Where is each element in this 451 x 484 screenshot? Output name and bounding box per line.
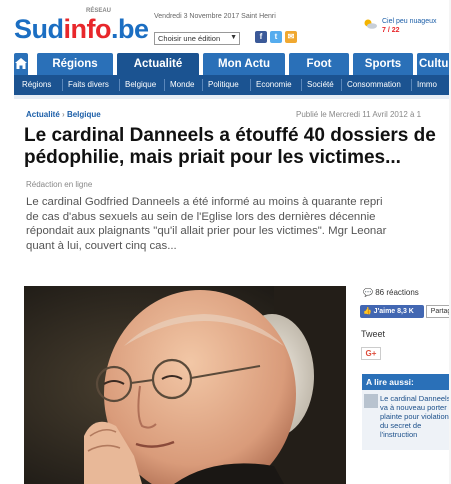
breadcrumb-section[interactable]: Actualité [26,110,60,119]
also-read-thumbnail[interactable] [364,394,378,408]
subnav-item-consommation[interactable]: Consommation [347,75,401,95]
subnav-item-faits-divers[interactable]: Faits divers [68,75,109,95]
main-nav: Régions Actualité Mon Actu Foot Sports C… [14,53,451,75]
logo-sud: Sud [14,14,64,44]
subnav-item-belgique[interactable]: Belgique [125,75,156,95]
lead-line: répondait aux plaignants "qu'il allait p… [26,225,387,237]
article-title-line: Le cardinal Danneels a étouffé 40 dossie… [24,125,436,146]
facebook-share-button[interactable]: Partag [426,305,451,318]
subnav-divider [411,79,412,91]
site-logo[interactable]: Sudinfo.be [14,14,149,45]
subnav-divider [341,79,342,91]
logo-info: info [63,14,112,44]
subnav-divider [250,79,251,91]
logo-be: .be [110,14,149,44]
cardinal-portrait-image [24,286,346,484]
partly-cloudy-icon [364,19,377,29]
tab-regions[interactable]: Régions [37,53,113,75]
article-title: Le cardinal Danneels a étouffé 40 dossie… [24,125,451,169]
tab-actualite[interactable]: Actualité [117,53,199,75]
article-title-line: pédophilie, mais priait pour les victime… [24,147,401,168]
comment-icon: 💬 [363,288,373,297]
tab-sports[interactable]: Sports [353,53,413,75]
subnav-item-monde[interactable]: Monde [170,75,194,95]
weather-widget[interactable]: Ciel peu nuageux 7 / 22 [382,17,437,35]
subnav-item-societe[interactable]: Société [307,75,334,95]
twitter-icon[interactable]: t [270,31,282,43]
article-lead: Le cardinal Godfried Danneels a été info… [26,195,451,253]
facebook-like-label: J'aime 8,3 K [373,308,414,315]
thumbs-up-icon: 👍 [363,308,372,315]
weather-high: 22 [391,27,400,34]
subnav-item-immo[interactable]: Immo [417,75,437,95]
facebook-like-button[interactable]: 👍 J'aime 8,3 K [360,305,424,318]
mail-icon[interactable]: ✉ [285,31,297,43]
home-icon [15,58,27,69]
sub-nav: Régions Faits divers Belgique Monde Poli… [14,75,451,95]
subnav-divider [164,79,165,91]
article-photo[interactable] [24,286,346,484]
tab-culture[interactable]: Culture [417,53,451,75]
also-read-heading: A lire aussi: [362,374,451,390]
facebook-icon[interactable]: f [255,31,267,43]
reactions-count: 86 réactions [375,288,419,297]
lead-line: Le cardinal Godfried Danneels a été info… [26,196,383,208]
subnav-divider [202,79,203,91]
weather-condition: Ciel peu nuageux [382,18,437,25]
subnav-divider [119,79,120,91]
tweet-button[interactable]: Tweet [361,329,385,339]
lead-line: quant à lui, couvert cinq cas... [26,239,177,252]
article-author: Rédaction en ligne [26,180,93,189]
breadcrumb-separator: › [62,110,65,119]
tab-foot[interactable]: Foot [289,53,349,75]
subnav-item-regions[interactable]: Régions [22,75,51,95]
subnav-item-politique[interactable]: Politique [208,75,239,95]
also-read-link[interactable]: Le cardinal Danneels va à nouveau porter… [380,394,451,439]
breadcrumb-subsection[interactable]: Belgique [67,110,101,119]
current-date: Vendredi 3 Novembre 2017 Saint Henri [154,13,276,20]
lead-line: de cas d'abus sexuels au sein de l'Eglis… [26,210,376,223]
edition-select-value: Choisir une édition [158,34,221,43]
chevron-down-icon: ▼ [230,34,237,41]
subnav-divider [301,79,302,91]
home-tab[interactable] [14,53,28,75]
publish-date: Publié le Mercredi 11 Avril 2012 à 1 [296,110,422,119]
tab-mon-actu[interactable]: Mon Actu [203,53,285,75]
reactions-link[interactable]: 💬 86 réactions [363,288,419,297]
edition-select[interactable]: Choisir une édition ▼ [154,32,240,45]
nav-bottom-strip [14,95,451,99]
breadcrumb: Actualité › Belgique [26,110,101,119]
subnav-divider [62,79,63,91]
subnav-item-economie[interactable]: Economie [256,75,292,95]
google-plus-button[interactable]: G+ [361,347,381,360]
